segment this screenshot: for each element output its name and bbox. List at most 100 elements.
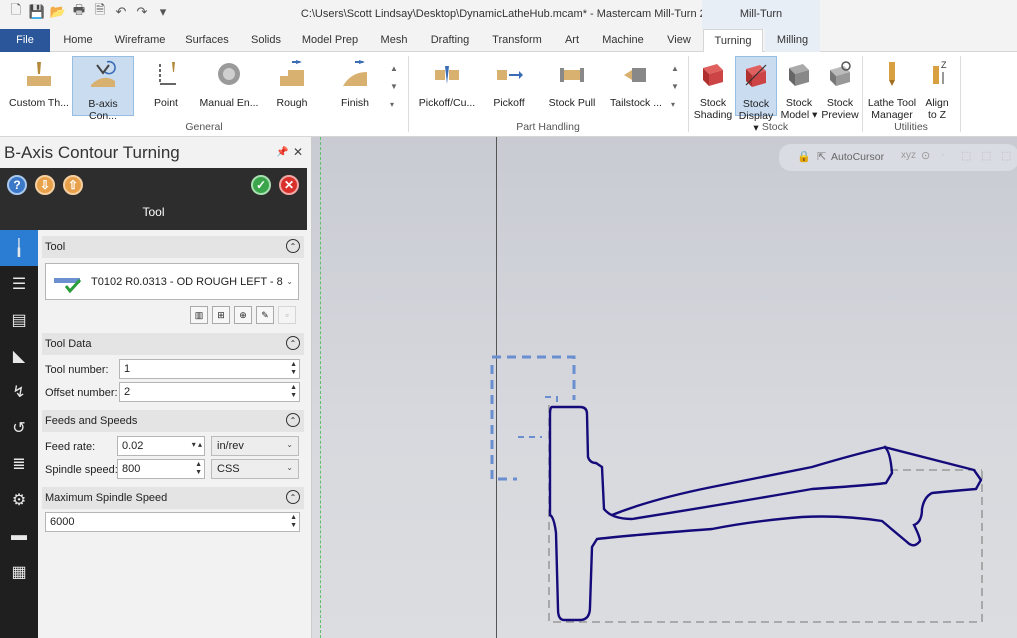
stock-model-label-2: Model ▾ bbox=[780, 109, 818, 121]
collapse-icon[interactable]: ⌃ bbox=[286, 490, 300, 504]
tab-transform[interactable]: Transform bbox=[480, 29, 554, 52]
tool-filter-button[interactable]: ▥ bbox=[190, 306, 208, 324]
graphics-viewport[interactable]: 🔒 ⇱ AutoCursor xyz ⊙ · ⬚ ⬚ ⬚ bbox=[312, 137, 1017, 638]
nav-exit-icon[interactable]: ↺ bbox=[0, 410, 38, 446]
stepper-icon[interactable]: ▲ ▼ bbox=[290, 384, 297, 400]
import-icon[interactable]: ⇩ bbox=[35, 175, 55, 195]
nav-settings-icon[interactable]: ⚙ bbox=[0, 482, 38, 518]
stepper-icon[interactable]: ▲ ▼ bbox=[290, 361, 297, 377]
nav-passes-icon[interactable]: ≣ bbox=[0, 446, 38, 482]
tab-drafting[interactable]: Drafting bbox=[422, 29, 478, 52]
stock-preview-label-2: Preview bbox=[821, 109, 859, 121]
custom-thread-button[interactable]: Custom Th... bbox=[8, 56, 70, 109]
spindle-mode-dropdown[interactable]: CSS ⌄ bbox=[211, 459, 299, 479]
feed-rate-label: Feed rate: bbox=[45, 441, 96, 453]
nav-linking-icon[interactable]: ▦ bbox=[0, 554, 38, 590]
edit-tool-button[interactable]: ✎ bbox=[256, 306, 274, 324]
stock-shading-label-1: Stock bbox=[699, 97, 727, 109]
tool-section-header[interactable]: Tool ⌃ bbox=[42, 236, 304, 258]
delete-tool-button[interactable]: ▫ bbox=[278, 306, 296, 324]
feed-rate-field[interactable]: 0.02 ▾ ▴ bbox=[117, 436, 205, 456]
stock-preview-button[interactable]: Stock Preview bbox=[820, 56, 860, 121]
max-spindle-label: Maximum Spindle Speed bbox=[45, 492, 168, 504]
pickoff-cutoff-icon bbox=[435, 66, 459, 84]
tab-turning[interactable]: Turning bbox=[703, 29, 763, 53]
tool-number-field[interactable]: 1 ▲ ▼ bbox=[119, 359, 300, 379]
stock-preview-icon bbox=[830, 61, 851, 86]
new-tool-button[interactable]: ⊕ bbox=[234, 306, 252, 324]
collapse-icon[interactable]: ⌃ bbox=[286, 239, 300, 253]
spindle-mode-value: CSS bbox=[217, 463, 240, 475]
nav-tool-icon[interactable]: ╽ bbox=[0, 230, 38, 266]
tab-art[interactable]: Art bbox=[556, 29, 588, 52]
stock-pull-button[interactable]: Stock Pull bbox=[544, 56, 600, 109]
ok-icon[interactable]: ✓ bbox=[251, 175, 271, 195]
stepper-icon[interactable]: ▲ ▼ bbox=[195, 461, 202, 477]
stock-shading-button[interactable]: Stock Shading bbox=[693, 56, 733, 121]
finish-button[interactable]: Finish bbox=[324, 56, 386, 109]
nav-depth-icon[interactable]: ▬ bbox=[0, 518, 38, 554]
b-axis-contour-icon bbox=[91, 60, 116, 87]
tool-select-dropdown[interactable]: T0102 R0.0313 - OD ROUGH LEFT - 80 DE ⌄ bbox=[45, 263, 299, 300]
tab-wireframe[interactable]: Wireframe bbox=[106, 29, 174, 52]
context-tab-group-label: Mill-Turn bbox=[702, 0, 820, 29]
nav-stock-icon[interactable]: ▤ bbox=[0, 302, 38, 338]
lathe-tool-manager-icon bbox=[889, 62, 895, 86]
tool-data-section-header[interactable]: Tool Data ⌃ bbox=[42, 333, 304, 355]
collapse-icon[interactable]: ⌃ bbox=[286, 336, 300, 350]
nav-tool-params-icon[interactable]: ☰ bbox=[0, 266, 38, 302]
tab-home[interactable]: Home bbox=[52, 29, 104, 52]
feed-unit-dropdown[interactable]: in/rev ⌄ bbox=[211, 436, 299, 456]
tailstock-button[interactable]: Tailstock ... bbox=[606, 56, 666, 109]
tab-view[interactable]: View bbox=[658, 29, 700, 52]
max-spindle-field[interactable]: 6000 ▲ ▼ bbox=[45, 512, 300, 532]
tool-section-label: Tool bbox=[45, 241, 66, 253]
collapse-icon[interactable]: ⌃ bbox=[286, 413, 300, 427]
add-tool-button[interactable]: ⊞ bbox=[212, 306, 230, 324]
align-to-z-icon: Z bbox=[933, 60, 947, 84]
tab-surfaces[interactable]: Surfaces bbox=[176, 29, 238, 52]
part-handling-gallery-scroll[interactable]: ▲ ▼ ▾ bbox=[671, 60, 679, 114]
tab-mesh[interactable]: Mesh bbox=[368, 29, 420, 52]
manual-entry-button[interactable]: Manual En... bbox=[198, 56, 260, 109]
feed-unit-value: in/rev bbox=[217, 440, 244, 452]
pickoff-button[interactable]: Pickoff bbox=[484, 56, 534, 109]
operation-panel: B-Axis Contour Turning 📌 ✕ ? ⇩ ⇧ ✓ ✕ Too… bbox=[0, 137, 312, 638]
tab-milling[interactable]: Milling bbox=[765, 29, 820, 52]
rough-label: Rough bbox=[276, 97, 308, 109]
cancel-icon[interactable]: ✕ bbox=[279, 175, 299, 195]
tab-machine[interactable]: Machine bbox=[590, 29, 656, 52]
lathe-tool-manager-button[interactable]: Lathe Tool Manager bbox=[866, 56, 918, 121]
selected-tool-text: T0102 R0.0313 - OD ROUGH LEFT - 80 DE bbox=[91, 276, 283, 288]
rough-button[interactable]: Rough bbox=[262, 56, 322, 109]
pickoff-cutoff-button[interactable]: Pickoff/Cu... bbox=[414, 56, 480, 109]
stock-model-button[interactable]: Stock Model ▾ bbox=[779, 56, 819, 121]
tailstock-icon bbox=[624, 68, 646, 82]
nav-entry-icon[interactable]: ↯ bbox=[0, 374, 38, 410]
tab-model-prep[interactable]: Model Prep bbox=[294, 29, 366, 52]
pin-icon[interactable]: 📌 bbox=[276, 147, 288, 158]
nav-contour-icon[interactable]: ◣ bbox=[0, 338, 38, 374]
tab-solids[interactable]: Solids bbox=[240, 29, 292, 52]
general-gallery-scroll[interactable]: ▲ ▼ ▾ bbox=[390, 60, 398, 114]
offset-number-label: Offset number: bbox=[45, 387, 118, 399]
stock-preview-label-1: Stock bbox=[826, 97, 854, 109]
stock-display-button[interactable]: Stock Display ▾ bbox=[735, 56, 777, 134]
point-button[interactable]: Point bbox=[138, 56, 194, 109]
stepper-icon[interactable]: ▲ ▼ bbox=[290, 514, 297, 530]
help-icon[interactable]: ? bbox=[7, 175, 27, 195]
panel-title: B-Axis Contour Turning bbox=[4, 143, 180, 162]
offset-number-field[interactable]: 2 ▲ ▼ bbox=[119, 382, 300, 402]
tab-file[interactable]: File bbox=[0, 29, 50, 52]
dropdown-stepper-icon[interactable]: ▾ ▴ bbox=[192, 441, 202, 449]
close-panel-icon[interactable]: ✕ bbox=[293, 145, 303, 159]
finish-icon bbox=[343, 60, 367, 86]
ribbon: Custom Th... B-axis Con... Point Manual … bbox=[0, 52, 1017, 137]
export-icon[interactable]: ⇧ bbox=[63, 175, 83, 195]
b-axis-contour-button[interactable]: B-axis Con... bbox=[72, 56, 134, 122]
feeds-speeds-section-header[interactable]: Feeds and Speeds ⌃ bbox=[42, 410, 304, 432]
align-to-z-button[interactable]: Z Align to Z bbox=[920, 56, 954, 121]
max-spindle-section-header[interactable]: Maximum Spindle Speed ⌃ bbox=[42, 487, 304, 509]
spindle-speed-field[interactable]: 800 ▲ ▼ bbox=[117, 459, 205, 479]
spindle-speed-label: Spindle speed: bbox=[45, 464, 118, 476]
